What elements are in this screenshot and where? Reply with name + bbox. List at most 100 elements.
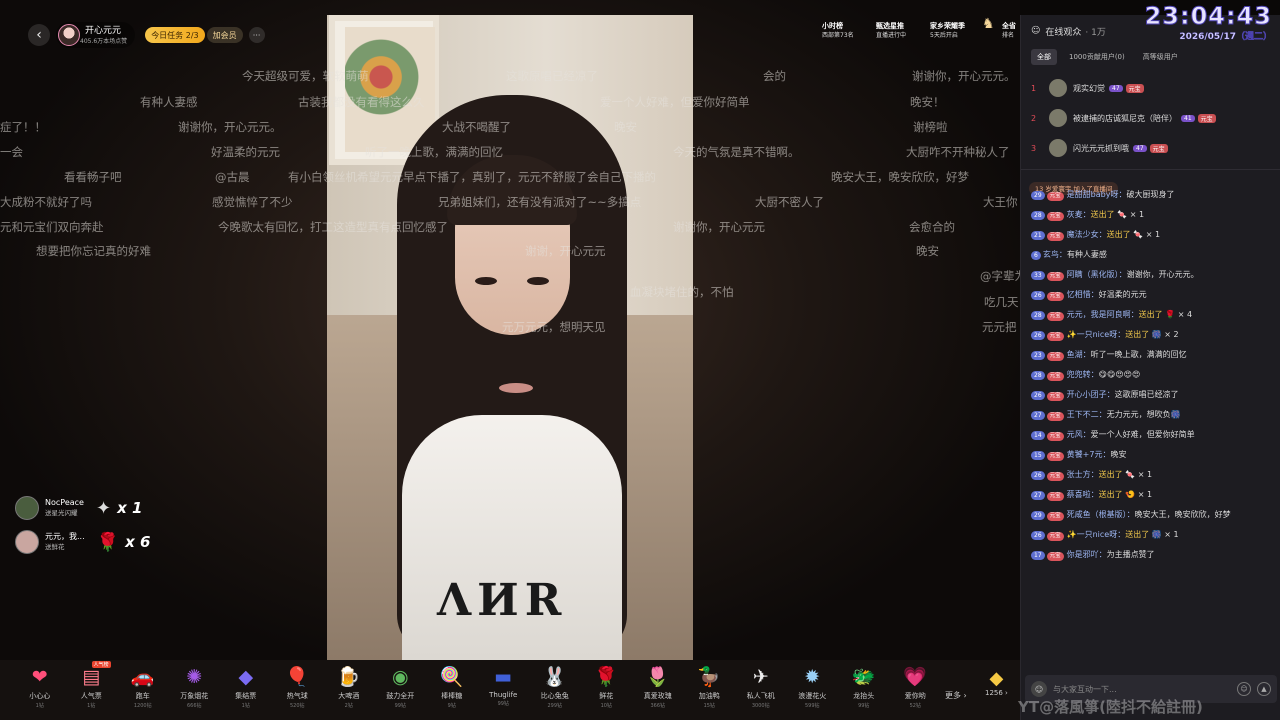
top-audience-row[interactable]: 1 观实幻觉 47 元宝	[1021, 73, 1280, 103]
emoji-icon[interactable]: ☺	[1031, 681, 1047, 697]
gift-item[interactable]: 🍺 大啤酒 2钻	[323, 660, 375, 720]
tab-high-level[interactable]: 高等级用户	[1137, 49, 1184, 65]
gift-item[interactable]: ✹ 浪漫花火 599钻	[787, 660, 839, 720]
chat-message[interactable]: 23 元宝 鱼湖：听了一晚上歌，满满的回忆	[1021, 345, 1280, 365]
chat-user[interactable]: 张士方：	[1067, 470, 1099, 479]
join-vip-button[interactable]: 加会员	[206, 27, 243, 43]
gift-item[interactable]: ❤ 小心心 1钻	[14, 660, 66, 720]
top-audience-row[interactable]: 2 被逮捕的店诚狐尼克（陪伴） 41 元宝	[1021, 103, 1280, 133]
chat-user[interactable]: 灰麦：	[1067, 210, 1091, 219]
chat-user[interactable]: 是甜甜baby呀：	[1067, 190, 1127, 199]
hometown-rank[interactable]: 家乡荣耀季 5天后开启	[930, 22, 965, 40]
daily-task-button[interactable]: 今日任务 2/3	[145, 27, 205, 43]
gift-item[interactable]: ▬ Thuglife 99钻	[478, 660, 530, 720]
chat-user[interactable]: 元风：	[1067, 430, 1091, 439]
gift-item[interactable]: 💗 爱你哟 52钻	[890, 660, 942, 720]
chat-message[interactable]: 26 元宝 开心小团子：这歌原唱已经凉了	[1021, 385, 1280, 405]
chat-message[interactable]: 29 元宝 死咸鱼（根基版）：晚安大王，晚安欣欣，好梦	[1021, 505, 1280, 525]
host-info[interactable]: 开心元元 405.6万本场点赞	[56, 22, 136, 48]
gift-item[interactable]: 🌹 鲜花 10钻	[581, 660, 633, 720]
stream-video[interactable]: ΛИR	[327, 15, 693, 660]
chat-user[interactable]: ✨一只nice呀：	[1067, 330, 1126, 339]
trophy-icon[interactable]: ♞	[982, 17, 995, 31]
rank-number: 3	[1031, 143, 1037, 153]
diamond-count: 1256 ›	[985, 689, 1008, 697]
chat-user[interactable]: 魔法少女：	[1067, 230, 1107, 239]
chat-user[interactable]: 玄鸟：	[1043, 250, 1067, 259]
chat-message[interactable]: 14 元宝 元风：爱一个人好难，但爱你好简单	[1021, 425, 1280, 445]
chat-list[interactable]: 29 元宝 是甜甜baby呀：破大厨现身了 28 元宝 灰麦：送出了 🍬 × 1 21 元宝魔…	[1021, 185, 1280, 675]
user-avatar[interactable]	[1049, 109, 1067, 127]
chat-user[interactable]: 鱼湖：	[1067, 350, 1091, 359]
danmu-comment: 感觉憔悴了不少	[212, 195, 293, 209]
gift-toast-sub: 送星光闪耀	[45, 509, 78, 517]
gift-icon: 🍭	[439, 666, 464, 688]
gift-item[interactable]: 🚗 跑车 1200钻	[117, 660, 169, 720]
gift-item[interactable]: 🍭 棒棒糖 9钻	[426, 660, 478, 720]
chat-user[interactable]: 开心小团子：	[1067, 390, 1115, 399]
chat-message[interactable]: 15 元宝 黄饕+7元：晚安	[1021, 445, 1280, 465]
chat-message[interactable]: 26 元宝 ✨一只nice呀：送出了 🎆 × 2	[1021, 325, 1280, 345]
chat-user[interactable]: 忆相惜：	[1067, 290, 1099, 299]
chat-message[interactable]: 17 元宝 你是邪吖：为主播点赞了	[1021, 545, 1280, 565]
user-avatar[interactable]	[1049, 139, 1067, 157]
chat-message[interactable]: 26 元宝 张士方：送出了 🍬 × 1	[1021, 465, 1280, 485]
chat-user[interactable]: ✨一只nice呀：	[1067, 530, 1126, 539]
chat-message[interactable]: 28 元宝 灰麦：送出了 🍬 × 1	[1021, 205, 1280, 225]
user-avatar[interactable]	[1049, 79, 1067, 97]
chat-message[interactable]: 21 元宝 魔法少女：送出了 🍬 × 1	[1021, 225, 1280, 245]
chat-message[interactable]: 29 元宝 是甜甜baby呀：破大厨现身了	[1021, 185, 1280, 205]
more-icon[interactable]: ···	[248, 27, 265, 43]
chat-gift-count: × 2	[1164, 330, 1179, 339]
chat-user[interactable]: 兜兜转：	[1067, 370, 1099, 379]
chat-user[interactable]: 王下不二：	[1067, 410, 1107, 419]
chat-user[interactable]: 阿瞒（黑化版）：	[1067, 270, 1127, 279]
danmu-comment: 症了！！	[0, 120, 46, 134]
more-gifts-button[interactable]: 更多 ›	[945, 690, 975, 701]
gift-item[interactable]: 🎈 热气球 520钻	[272, 660, 324, 720]
chat-message[interactable]: 26 元宝 ✨一只nice呀：送出了 🎆 × 1	[1021, 525, 1280, 545]
chat-message[interactable]: 6 玄鸟：有种人妻感	[1021, 245, 1280, 265]
chat-message[interactable]: 33 元宝 阿瞒（黑化版）：谢谢你，开心元元。	[1021, 265, 1280, 285]
danmu-comment: 大成粉不就好了吗	[0, 195, 92, 209]
gift-item[interactable]: 🌷 真爱玫瑰 366钻	[632, 660, 684, 720]
select-star-rank[interactable]: 甄选星推 直播进行中	[876, 22, 906, 40]
province-rank[interactable]: 全省 排名	[1002, 22, 1016, 40]
danmu-comment: 吃几天	[984, 295, 1019, 309]
danmu-comment: 看看畅子吧	[64, 170, 122, 184]
gift-label: Thuglife	[489, 691, 518, 699]
chat-gift: 送出了 🍤	[1098, 490, 1136, 499]
gift-item[interactable]: ✈ 私人飞机 3000钻	[735, 660, 787, 720]
smile-icon[interactable]: ☺	[1237, 682, 1251, 696]
gift-item[interactable]: 🐲 龙抬头 99钻	[838, 660, 890, 720]
chat-user[interactable]: 死咸鱼（根基版）：	[1067, 510, 1135, 519]
gift-item[interactable]: 🐰 比心兔兔 299钻	[529, 660, 581, 720]
chat-input[interactable]: 与大家互动一下...	[1053, 684, 1237, 695]
host-avatar[interactable]	[58, 24, 80, 46]
gift-item[interactable]: ◉ 鼓力全开 99钻	[375, 660, 427, 720]
chat-user[interactable]: 蔡喜啦：	[1067, 490, 1099, 499]
tab-top-contributors[interactable]: 1000贡献用户(0)	[1063, 49, 1131, 65]
gift-item[interactable]: ▤ 人气票 1钻 人气榜	[66, 660, 118, 720]
chat-message[interactable]: 27 元宝 王下不二：无力元元，想吹负🎆	[1021, 405, 1280, 425]
select-star-sub: 直播进行中	[876, 32, 907, 39]
gift-item[interactable]: ◆ 集结票 1钻	[220, 660, 272, 720]
chat-message[interactable]: 26 元宝 忆相惜：好温柔的元元	[1021, 285, 1280, 305]
hourly-rank[interactable]: 小时榜 西部第73名	[822, 22, 854, 40]
video-lips	[499, 383, 533, 393]
up-arrow-icon[interactable]: ▲	[1257, 682, 1271, 696]
chat-user[interactable]: 黄饕+7元：	[1067, 450, 1111, 459]
back-button[interactable]: ‹	[28, 24, 50, 46]
chat-user[interactable]: 元元，我是阿良啊：	[1067, 310, 1139, 319]
gift-label: 跑车	[135, 692, 150, 700]
chat-message[interactable]: 28 元宝 兜兜转：😋😋😍😍😍	[1021, 365, 1280, 385]
chat-gift-count: × 1	[1137, 490, 1153, 499]
tab-all[interactable]: 全部	[1031, 49, 1057, 65]
diamond-balance[interactable]: ◆ 1256 ›	[985, 660, 1008, 697]
chat-message[interactable]: 27 元宝 蔡喜啦：送出了 🍤 × 1	[1021, 485, 1280, 505]
gift-item[interactable]: 🦆 加油鸭 15钻	[684, 660, 736, 720]
chat-user[interactable]: 你是邪吖：	[1067, 550, 1107, 559]
gift-item[interactable]: ✺ 万象烟花 666钻	[169, 660, 221, 720]
top-audience-row[interactable]: 3 闪光元元抓到哦 47 元宝	[1021, 133, 1280, 163]
chat-message[interactable]: 28 元宝 元元，我是阿良啊：送出了 🌹 × 4	[1021, 305, 1280, 325]
